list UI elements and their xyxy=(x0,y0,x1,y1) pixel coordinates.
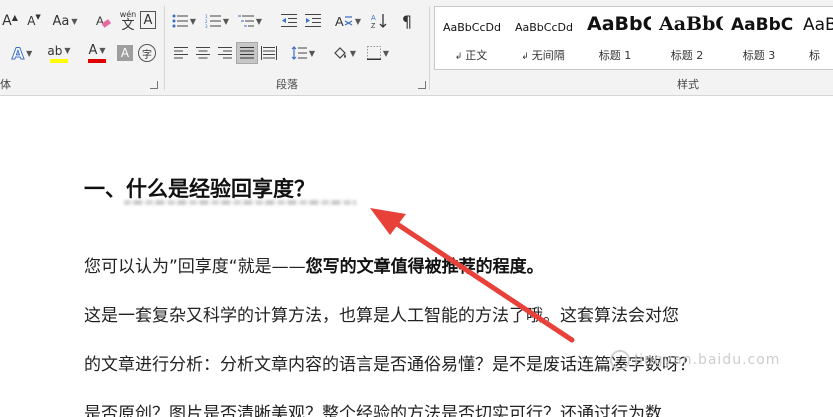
style-heading-4[interactable]: AaB 标 xyxy=(795,7,833,69)
align-center-button[interactable] xyxy=(192,42,214,64)
font-color-button[interactable]: A ▼ xyxy=(82,42,112,64)
chevron-down-icon: ▼ xyxy=(255,16,263,26)
text-effects-button[interactable]: A ▼ xyxy=(2,42,42,64)
grow-font-button[interactable]: A ▲ xyxy=(2,10,18,32)
highlight-color-button[interactable]: ab ▼ xyxy=(44,42,74,64)
eraser-icon: A xyxy=(96,14,111,28)
style-normal[interactable]: AaBbCcDd ↲ 正文 xyxy=(435,7,507,69)
document-heading: 一、什么是经验回享度？ xyxy=(84,177,315,201)
enclose-characters-button[interactable]: 字 xyxy=(138,44,156,62)
borders-button[interactable]: ▼ xyxy=(364,42,392,64)
paragraph-mark-icon: ↲ xyxy=(521,52,532,62)
paragraph-dialog-launcher[interactable] xyxy=(418,81,426,89)
distributed-icon xyxy=(261,46,277,60)
paragraph-3: 的文章进行分析：分析文章内容的语言是否通俗易懂？是不是废话连篇凑字数呀？ xyxy=(84,355,696,375)
shading-button[interactable]: ▼ xyxy=(330,42,358,64)
chevron-down-icon: ▼ xyxy=(71,16,78,26)
paragraph-group-label: 段落 xyxy=(276,78,298,91)
document-page[interactable]: 一、什么是经验回享度？ 您可以认为”回享度“就是——您写的文章值得被推荐的程度。… xyxy=(0,96,833,417)
watermark: Jingyan.baidu.com xyxy=(610,350,780,370)
svg-text:A: A xyxy=(96,14,104,28)
chevron-down-icon: ▼ xyxy=(64,46,71,55)
paragraph-4: 是否原创？图片是否清晰美观？整个经验的方法是否切实可行？还通过行为数 xyxy=(84,404,662,417)
justify-button[interactable] xyxy=(236,42,258,64)
svg-text:3: 3 xyxy=(205,24,208,28)
line-spacing-button[interactable]: ▼ xyxy=(288,42,318,64)
bullet-list-icon xyxy=(172,14,188,28)
group-divider xyxy=(164,6,165,90)
multilevel-list-button[interactable]: ▼ xyxy=(236,10,264,32)
line-spacing-icon xyxy=(291,46,307,60)
decrease-indent-button[interactable] xyxy=(278,10,300,32)
paragraph-mark-icon: ↲ xyxy=(454,52,466,62)
character-shading-button[interactable]: A xyxy=(117,45,133,61)
svg-text:Z: Z xyxy=(371,23,376,29)
align-center-icon xyxy=(196,47,210,59)
pilcrow-icon: ¶ xyxy=(401,11,413,31)
numbering-button[interactable]: 123 ▼ xyxy=(203,10,231,32)
font-color-swatch xyxy=(88,59,106,63)
align-right-button[interactable] xyxy=(214,42,236,64)
blurred-text-line xyxy=(124,200,356,205)
paragraph-2: 这是一套复杂又科学的计算方法，也算是人工智能的方法了哦。这套算法会对您 xyxy=(84,306,679,326)
justify-icon xyxy=(240,47,254,59)
chevron-down-icon: ▼ xyxy=(382,48,390,58)
distributed-button[interactable] xyxy=(258,42,280,64)
indent-icon xyxy=(305,14,321,27)
chevron-down-icon: ▼ xyxy=(354,16,362,26)
styles-group-label: 样式 xyxy=(677,78,699,91)
style-heading-2[interactable]: AaBbC 标题 2 xyxy=(651,7,723,69)
group-divider xyxy=(429,6,430,90)
highlight-color-swatch xyxy=(50,58,68,63)
bullets-button[interactable]: ▼ xyxy=(170,10,198,32)
chinese-layout-button[interactable]: A ▼ xyxy=(334,10,362,32)
styles-gallery: AaBbCcDd ↲ 正文 AaBbCcDd ↲ 无间隔 AaBbC 标题 1 … xyxy=(434,6,833,70)
svg-text:A: A xyxy=(335,14,344,28)
shrink-arrow-icon: ▼ xyxy=(35,13,41,21)
show-marks-button[interactable]: ¶ xyxy=(396,10,418,32)
phonetic-guide-button[interactable]: wén 文 xyxy=(118,8,138,34)
shrink-font-button[interactable]: A ▼ xyxy=(26,10,42,32)
borders-icon xyxy=(366,46,381,60)
paragraph-1: 您可以认为”回享度“就是——您写的文章值得被推荐的程度。 xyxy=(84,257,544,277)
style-heading-1[interactable]: AaBbC 标题 1 xyxy=(579,7,651,69)
clear-formatting-button[interactable]: A xyxy=(93,10,113,32)
align-right-icon xyxy=(218,47,232,59)
chevron-down-icon: ▼ xyxy=(99,46,106,55)
chevron-down-icon: ▼ xyxy=(349,48,357,58)
align-left-button[interactable] xyxy=(170,42,192,64)
numbered-list-icon: 123 xyxy=(205,14,221,28)
chevron-down-icon: ▼ xyxy=(308,48,316,58)
outdent-icon xyxy=(281,14,297,27)
baidu-paw-icon xyxy=(610,350,630,370)
ribbon: A ▲ A ▼ Aa ▼ A wén 文 A A ▼ ab ▼ A ▼ A 字 体 xyxy=(0,0,833,96)
chevron-down-icon: ▼ xyxy=(26,48,33,58)
font-group-label: 体 xyxy=(0,78,11,91)
multilevel-list-icon xyxy=(237,15,254,27)
svg-text:A: A xyxy=(371,15,376,22)
sort-button[interactable]: AZ xyxy=(368,10,390,32)
chevron-down-icon: ▼ xyxy=(222,16,230,26)
sort-icon: AZ xyxy=(371,14,387,29)
style-heading-3[interactable]: AaBbC 标题 3 xyxy=(723,7,795,69)
style-no-spacing[interactable]: AaBbCcDd ↲ 无间隔 xyxy=(507,7,579,69)
align-left-icon xyxy=(174,47,188,59)
character-border-button[interactable]: A xyxy=(140,11,156,29)
increase-indent-button[interactable] xyxy=(302,10,324,32)
chevron-down-icon: ▼ xyxy=(189,16,197,26)
grow-arrow-icon: ▲ xyxy=(11,12,18,22)
change-case-button[interactable]: Aa ▼ xyxy=(50,10,80,32)
paint-bucket-icon xyxy=(334,47,346,59)
chinese-layout-icon: A xyxy=(335,14,353,28)
font-dialog-launcher[interactable] xyxy=(150,81,158,89)
